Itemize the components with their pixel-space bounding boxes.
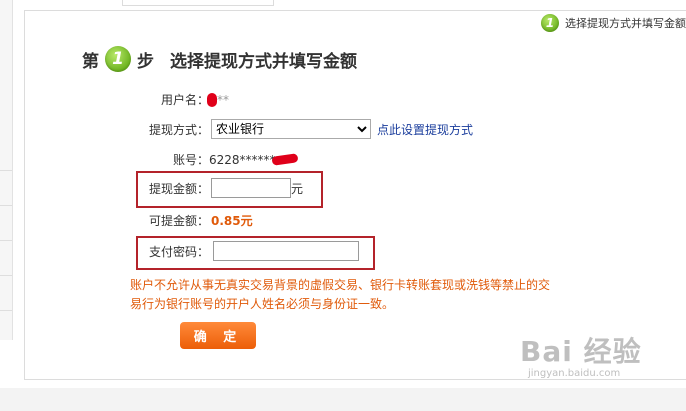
password-row: 支付密码： [149,241,360,261]
heading-suffix: 步 [137,51,154,72]
account-label: 账号： [173,153,210,167]
amount-unit: 元 [291,181,304,196]
withdraw-amount-label: 提现金额： [149,181,210,196]
step-number-badge-icon: 1 [105,46,131,72]
sidebar-divider [0,240,12,241]
confirm-button[interactable]: 确 定 [180,322,256,349]
step-indicator-text: 选择提现方式并填写金额 [565,17,686,30]
page-footer-band [0,388,686,411]
account-value: 6228****** [209,152,276,167]
bank-select[interactable]: 农业银行 [211,119,372,139]
top-tab[interactable] [122,0,274,6]
redaction-mark [207,92,218,107]
withdraw-amount-input[interactable] [211,178,292,198]
baidu-jingyan-watermark: Bai 经验 jingyan.baidu.com [520,330,642,379]
withdraw-amount-row: 提现金额： 元 [149,178,303,198]
method-row: 提现方式： 农业银行 点此设置提现方式 [149,119,473,139]
step-number-icon: 1 [541,14,559,32]
method-label: 提现方式： [149,122,210,137]
available-row: 可提金额： 0.85元 [149,212,253,229]
username-label: 用户名： [161,93,210,107]
password-label: 支付密码： [149,244,210,259]
sidebar-divider [0,205,12,206]
step-heading: 第 1 步 选择提现方式并填写金额 [82,46,357,72]
sidebar-divider [0,170,12,171]
step-indicator: 1 选择提现方式并填写金额 [541,14,686,32]
set-method-link[interactable]: 点此设置提现方式 [377,121,473,138]
page-title: 选择提现方式并填写金额 [170,51,357,72]
compliance-notice: 账户不允许从事无真实交易背景的虚假交易、银行卡转账套现或洗钱等禁止的交易行为银行… [130,278,551,311]
sidebar-divider [0,310,12,311]
watermark-logo: Bai 经验 [520,335,642,368]
available-amount: 0.85元 [211,214,253,228]
heading-prefix: 第 [82,51,99,72]
sidebar-divider [0,275,12,276]
left-sidebar-edge [0,0,13,340]
available-label: 可提金额： [149,214,210,228]
username-row: 用户名： ** [161,91,229,108]
payment-password-input[interactable] [213,241,360,261]
username-value: ** [217,92,230,107]
account-row: 账号： 6228****** [173,151,299,168]
